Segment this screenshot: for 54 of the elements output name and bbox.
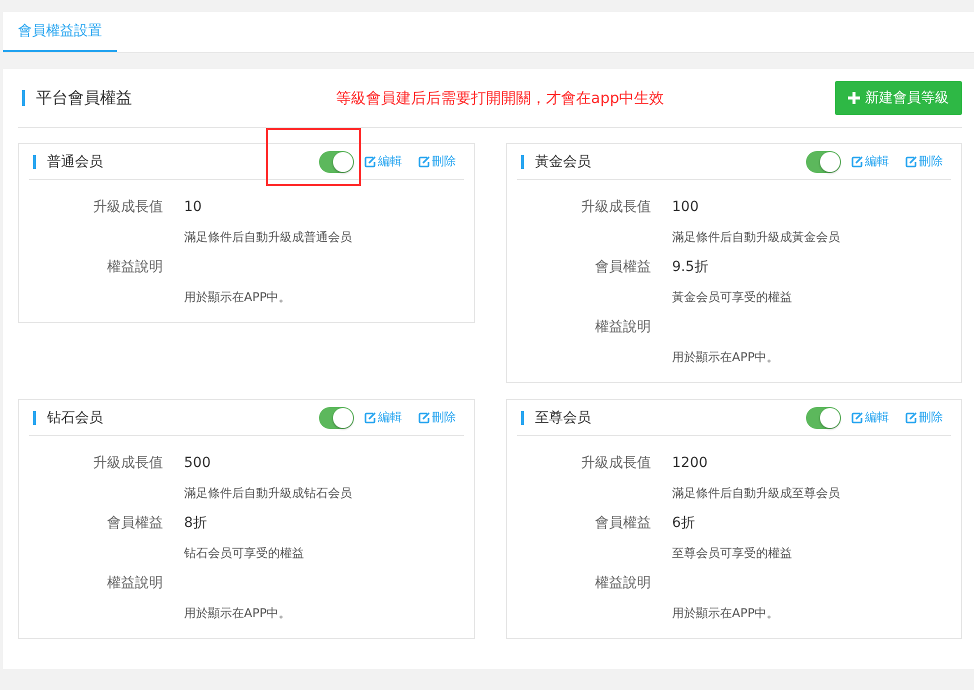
field-value: 500 [184,455,211,471]
field-hint: 滿足條件后自動升級成黃金会员 [672,228,840,246]
edit-link[interactable]: 編輯 [851,153,889,170]
field-hint: 至尊会员可享受的權益 [672,544,792,562]
field-label: 升級成長值 [92,454,164,472]
field-label: 升級成長值 [580,198,652,216]
field-label: 會員權益 [106,514,164,532]
field-value: 100 [672,199,699,215]
edit-link[interactable]: 編輯 [364,153,402,170]
field-label: 權益說明 [106,574,164,592]
field-hint: 滿足條件后自動升級成至尊会员 [672,484,840,502]
field-value: 10 [184,199,202,215]
field-hint: 钻石会员可享受的權益 [184,544,304,562]
delete-link[interactable]: 刪除 [905,153,943,170]
section-title: 平台會員權益 [22,90,336,106]
toggle-switch[interactable] [319,406,354,428]
notice-text: 等級會員建后后需要打開開關，才會在app中生效 [336,88,666,108]
delete-link[interactable]: 刪除 [418,153,456,170]
field-hint: 黃金会员可享受的權益 [672,288,792,306]
field-value: 1200 [672,455,708,471]
edit-icon [364,412,376,424]
field-hint: 用於顯示在APP中。 [184,604,291,622]
delete-link[interactable]: 刪除 [905,409,943,426]
field-value: 6折 [672,514,695,532]
edit-icon [905,156,917,168]
edit-icon [905,412,917,424]
toggle-switch[interactable] [806,406,841,428]
add-level-button[interactable]: 新建會員等級 [835,81,962,115]
field-hint: 用於顯示在APP中。 [672,604,779,622]
field-hint: 滿足條件后自動升級成钻石会员 [184,484,352,502]
tab[interactable]: 會員權益設置 [3,12,117,52]
edit-icon [851,412,863,424]
field-hint: 用於顯示在APP中。 [672,348,779,366]
field-value: 9.5折 [672,258,708,276]
edit-icon [364,156,376,168]
edit-icon [851,156,863,168]
field-value: 8折 [184,514,207,532]
edit-link[interactable]: 編輯 [364,409,402,426]
toggle-switch[interactable] [319,150,354,172]
edit-link[interactable]: 編輯 [851,409,889,426]
field-label: 權益說明 [594,318,652,336]
edit-icon [418,412,430,424]
edit-icon [418,156,430,168]
field-label: 權益說明 [106,258,164,276]
field-label: 會員權益 [594,514,652,532]
field-label: 權益說明 [594,574,652,592]
field-hint: 滿足條件后自動升級成普通会员 [184,228,352,246]
field-label: 會員權益 [594,258,652,276]
delete-link[interactable]: 刪除 [418,409,456,426]
plus-icon [848,92,860,104]
field-label: 升級成長值 [580,454,652,472]
field-label: 升級成長值 [92,198,164,216]
toggle-switch[interactable] [806,150,841,172]
field-hint: 用於顯示在APP中。 [184,288,291,306]
